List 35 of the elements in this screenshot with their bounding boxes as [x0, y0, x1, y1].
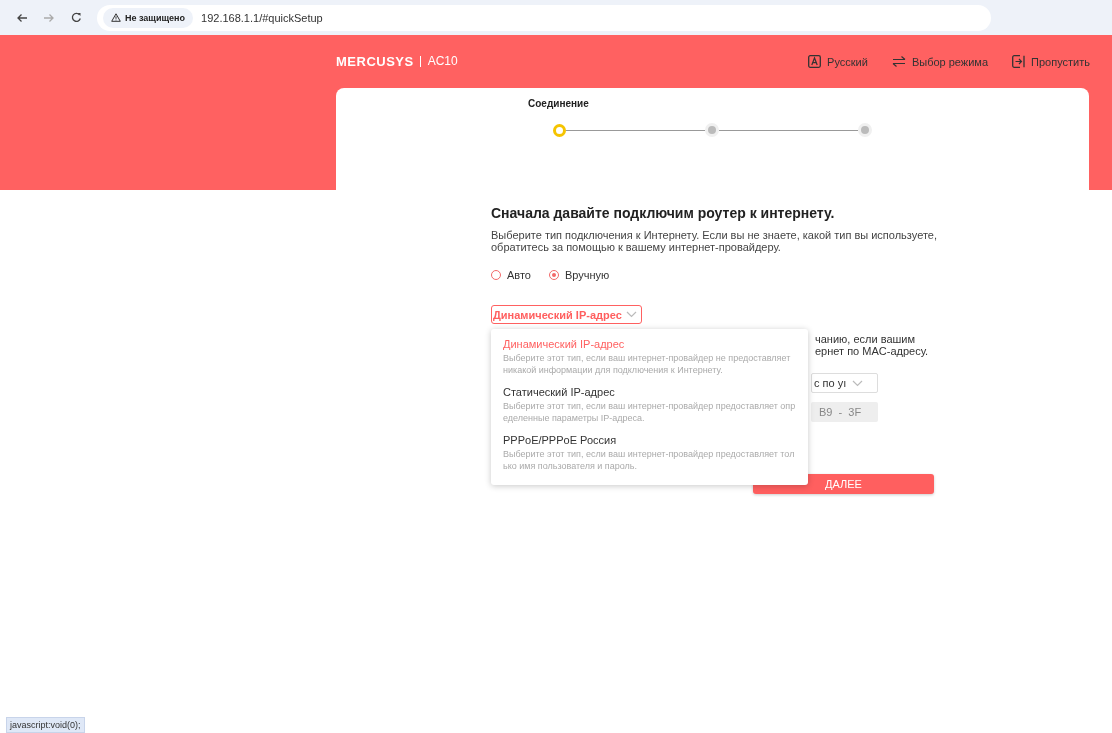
option-description: Выберите этот тип, если ваш интернет-провайдер не предоставляет никакой информации для подключения к Интернету.: [503, 352, 792, 376]
swap-arrows-icon: [891, 56, 906, 67]
option-label: Статический IP-адрес: [503, 386, 616, 398]
option-description: Выберите этот тип, если ваш интернет-провайдер предоставляет определенные параметры IP-адреса.: [503, 400, 796, 424]
exit-icon: [1012, 55, 1026, 68]
model-name: AC10: [419, 56, 458, 67]
security-chip[interactable]: Не защищено: [103, 7, 194, 28]
option-label: PPPoE/PPPoE Россия: [503, 434, 618, 446]
header-link[interactable]: Пропустить: [1012, 55, 1090, 68]
note-text: ернет по MAC-адресу.: [815, 345, 930, 357]
header-link[interactable]: Выбор режима: [891, 55, 989, 68]
mac-select[interactable]: с по уı: [811, 373, 878, 393]
header-link[interactable]: Русский: [808, 55, 868, 68]
url-text: 192.168.1.1/#quickSetup: [201, 11, 323, 24]
forward-arrow-icon: [43, 12, 55, 23]
note-text: чанию, если вашим: [815, 333, 917, 345]
setup-heading: Сначала давайте подключим роутер к интернету.: [491, 205, 836, 221]
chevron-down-icon: [625, 311, 637, 318]
letter-a-icon: [808, 55, 822, 68]
address-bar[interactable]: Не защищено 192.168.1.1/#quickSetup: [97, 4, 991, 31]
dropdown-option[interactable]: PPPoE/PPPoE Россия Выберите этот тип, если ваш интернет-провайдер предоставляет только имя пользователя и пароль.: [503, 434, 796, 472]
radio-option[interactable]: Авто: [491, 269, 531, 281]
setup-description: Выберите тип подключения к Интернету. Если вы не знаете, какой тип вы используете, обратитесь за помощью к вашему интернет-провайдеру.: [491, 229, 938, 253]
status-url-text: javascript:void(0);: [6, 717, 85, 733]
option-description: Выберите этот тип, если ваш интернет-провайдер предоставляет только имя пользователя и пароль.: [503, 448, 796, 472]
warning-icon: [111, 13, 121, 22]
brand-logo: MERCUSYS: [336, 54, 414, 69]
dropdown-option[interactable]: Статический IP-адрес Выберите этот тип, если ваш интернет-провайдер предоставляет определенные параметры IP-адреса.: [503, 386, 796, 424]
security-label: Не защищено: [125, 12, 186, 23]
back-arrow-icon: [16, 12, 28, 23]
step-label: Соединение: [528, 98, 590, 109]
reload-icon: [70, 12, 82, 23]
chevron-down-icon: [852, 379, 864, 387]
option-label: Динамический IP-адрес: [503, 338, 626, 350]
radio-option[interactable]: Вручную: [549, 269, 610, 281]
